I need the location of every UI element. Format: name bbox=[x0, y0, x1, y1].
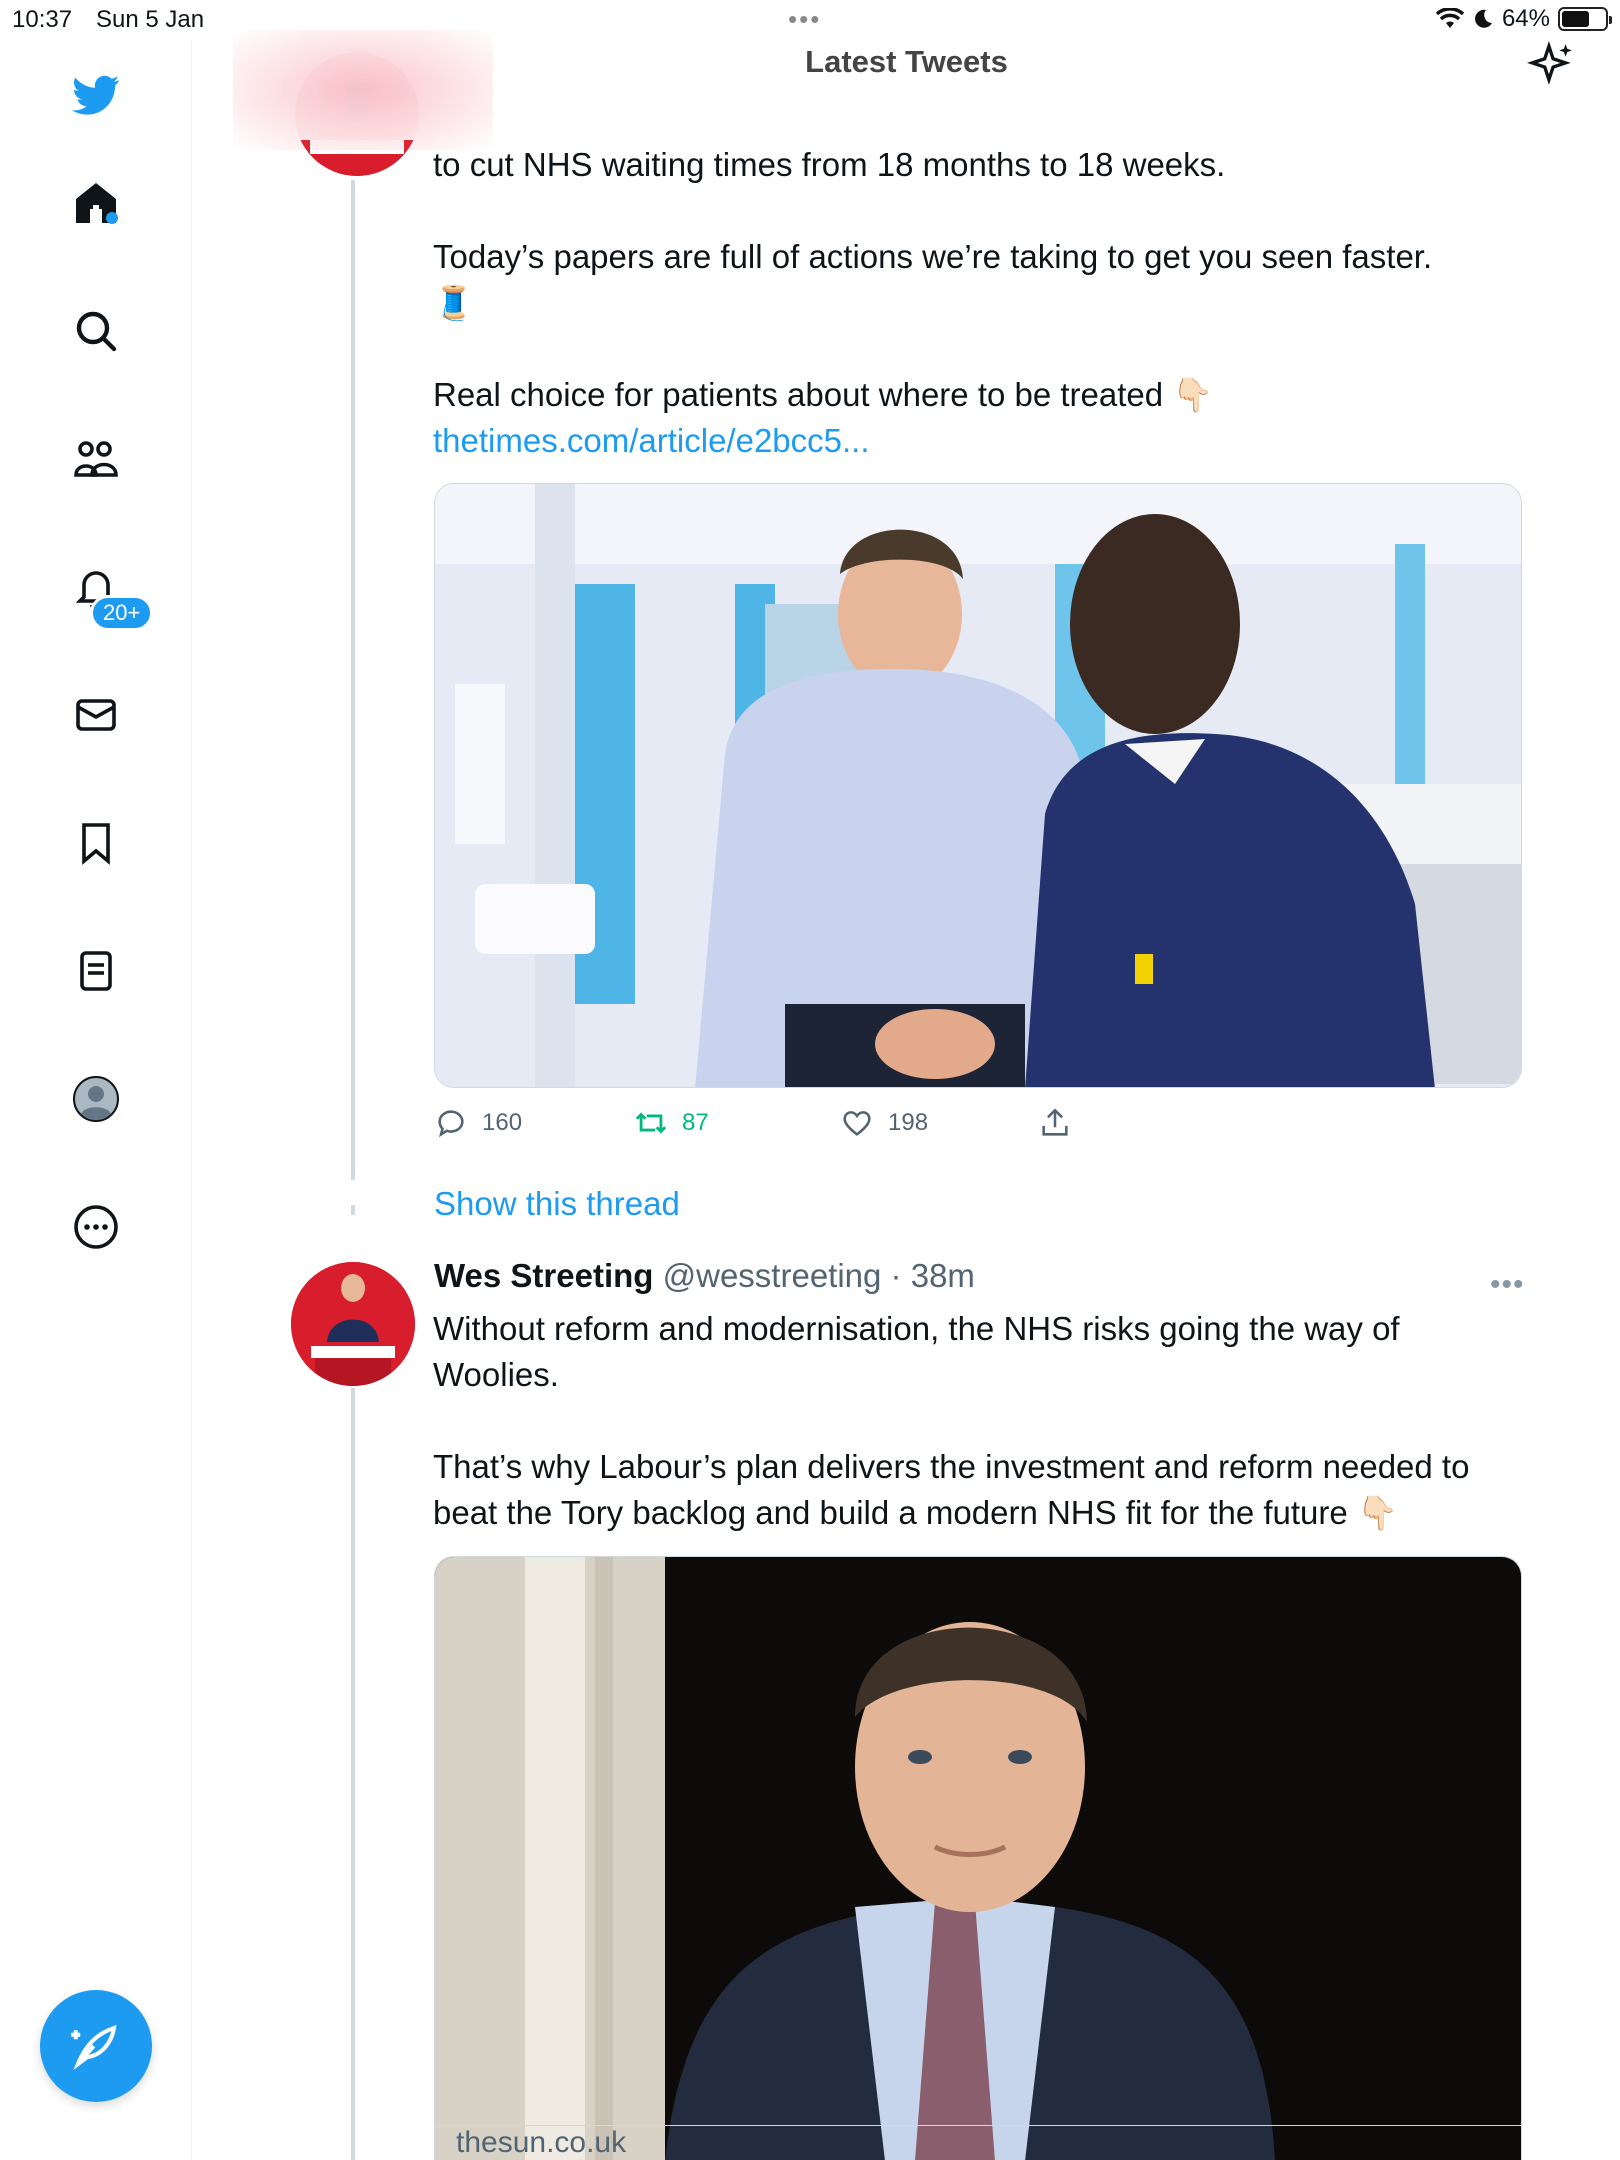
sidebar-item-messages[interactable] bbox=[63, 682, 129, 748]
author-avatar[interactable] bbox=[291, 1262, 415, 1386]
sidebar-item-lists[interactable] bbox=[63, 938, 129, 1004]
home-unread-dot bbox=[106, 212, 118, 224]
compose-feather-icon bbox=[71, 2025, 117, 2070]
like-count: 198 bbox=[888, 1109, 929, 1136]
notifications-badge: 20+ bbox=[90, 595, 154, 631]
thread-emoji: 🧵 bbox=[433, 284, 475, 321]
sidebar-nav: 20+ bbox=[0, 40, 192, 2160]
link-card-image[interactable] bbox=[434, 1556, 1522, 2160]
more-icon bbox=[74, 1205, 118, 1249]
profile-avatar-icon bbox=[73, 1076, 119, 1122]
author-name[interactable]: Wes Streeting bbox=[434, 1257, 653, 1294]
tweet-text-paragraph: Today’s papers are full of actions we’re… bbox=[433, 234, 1533, 326]
thread-connector bbox=[351, 1388, 355, 2160]
share-icon bbox=[1042, 1108, 1068, 1136]
show-thread-link[interactable]: Show this thread bbox=[434, 1185, 680, 1223]
header-separator: · bbox=[881, 1257, 911, 1294]
pointing-emoji: 👇🏻 bbox=[1172, 376, 1214, 413]
communities-icon bbox=[74, 441, 118, 477]
share-button[interactable] bbox=[1038, 1106, 1072, 1140]
reply-button[interactable]: 160 bbox=[434, 1106, 522, 1140]
sidebar-item-profile[interactable] bbox=[63, 1066, 129, 1132]
tweet-text-para3: Real choice for patients about where to … bbox=[433, 376, 1164, 413]
thread-connector bbox=[351, 180, 355, 1180]
sparkle-icon[interactable] bbox=[1526, 40, 1576, 90]
tweet-text-para2: Today’s papers are full of actions we’re… bbox=[433, 238, 1433, 275]
reply-icon bbox=[438, 1110, 464, 1138]
link-card-domain[interactable]: thesun.co.uk bbox=[434, 2125, 1522, 2160]
search-icon bbox=[76, 311, 117, 352]
like-button[interactable]: 198 bbox=[840, 1106, 928, 1140]
tweet-text-line: to cut NHS waiting times from 18 months … bbox=[433, 146, 1226, 183]
retweet-icon bbox=[635, 1112, 667, 1134]
tweet-actions: 160 87 198 bbox=[434, 1106, 1334, 1146]
author-handle[interactable]: @wesstreeting bbox=[663, 1257, 882, 1294]
retweet-count: 87 bbox=[682, 1109, 709, 1136]
pointing-emoji: 👇🏻 bbox=[1356, 1494, 1399, 1531]
tweet-text-paragraph: Without reform and modernisation, the NH… bbox=[433, 1310, 1400, 1393]
status-time: 10:37 bbox=[12, 6, 73, 33]
status-date: Sun 5 Jan bbox=[96, 6, 205, 33]
reply-count: 160 bbox=[482, 1109, 523, 1136]
tweet-text-paragraph: Real choice for patients about where to … bbox=[433, 372, 1533, 464]
tweet-link[interactable]: thetimes.com/article/e2bcc5... bbox=[433, 422, 870, 459]
lists-icon bbox=[80, 951, 112, 991]
mail-icon bbox=[76, 699, 116, 731]
compose-tweet-button[interactable] bbox=[40, 1990, 152, 2102]
tweet-header: Wes Streeting @wesstreeting · 38m bbox=[434, 1257, 975, 1295]
tweet-time[interactable]: 38m bbox=[911, 1257, 975, 1294]
sidebar-item-more[interactable] bbox=[63, 1194, 129, 1260]
bookmark-icon bbox=[82, 823, 110, 865]
retweet-button[interactable]: 87 bbox=[634, 1106, 709, 1140]
top-header: Latest Tweets bbox=[193, 30, 1620, 150]
tweet-more-menu-icon[interactable]: ••• bbox=[1490, 1268, 1525, 1302]
tweet-text-paragraph: That’s why Labour’s plan delivers the in… bbox=[433, 1444, 1533, 1536]
thread-connector-dot bbox=[351, 1205, 355, 1215]
sidebar-item-home[interactable] bbox=[63, 170, 129, 236]
tweet-media-image[interactable] bbox=[434, 483, 1522, 1088]
sidebar-item-search[interactable] bbox=[63, 298, 129, 364]
tweet-text-para2: That’s why Labour’s plan delivers the in… bbox=[433, 1448, 1470, 1531]
sidebar-item-communities[interactable] bbox=[63, 426, 129, 492]
heart-icon bbox=[843, 1111, 871, 1136]
sidebar-item-bookmarks[interactable] bbox=[63, 810, 129, 876]
page-title: Latest Tweets bbox=[805, 44, 1008, 79]
timeline: to cut NHS waiting times from 18 months … bbox=[193, 0, 1620, 2160]
twitter-logo-icon[interactable] bbox=[63, 62, 129, 128]
